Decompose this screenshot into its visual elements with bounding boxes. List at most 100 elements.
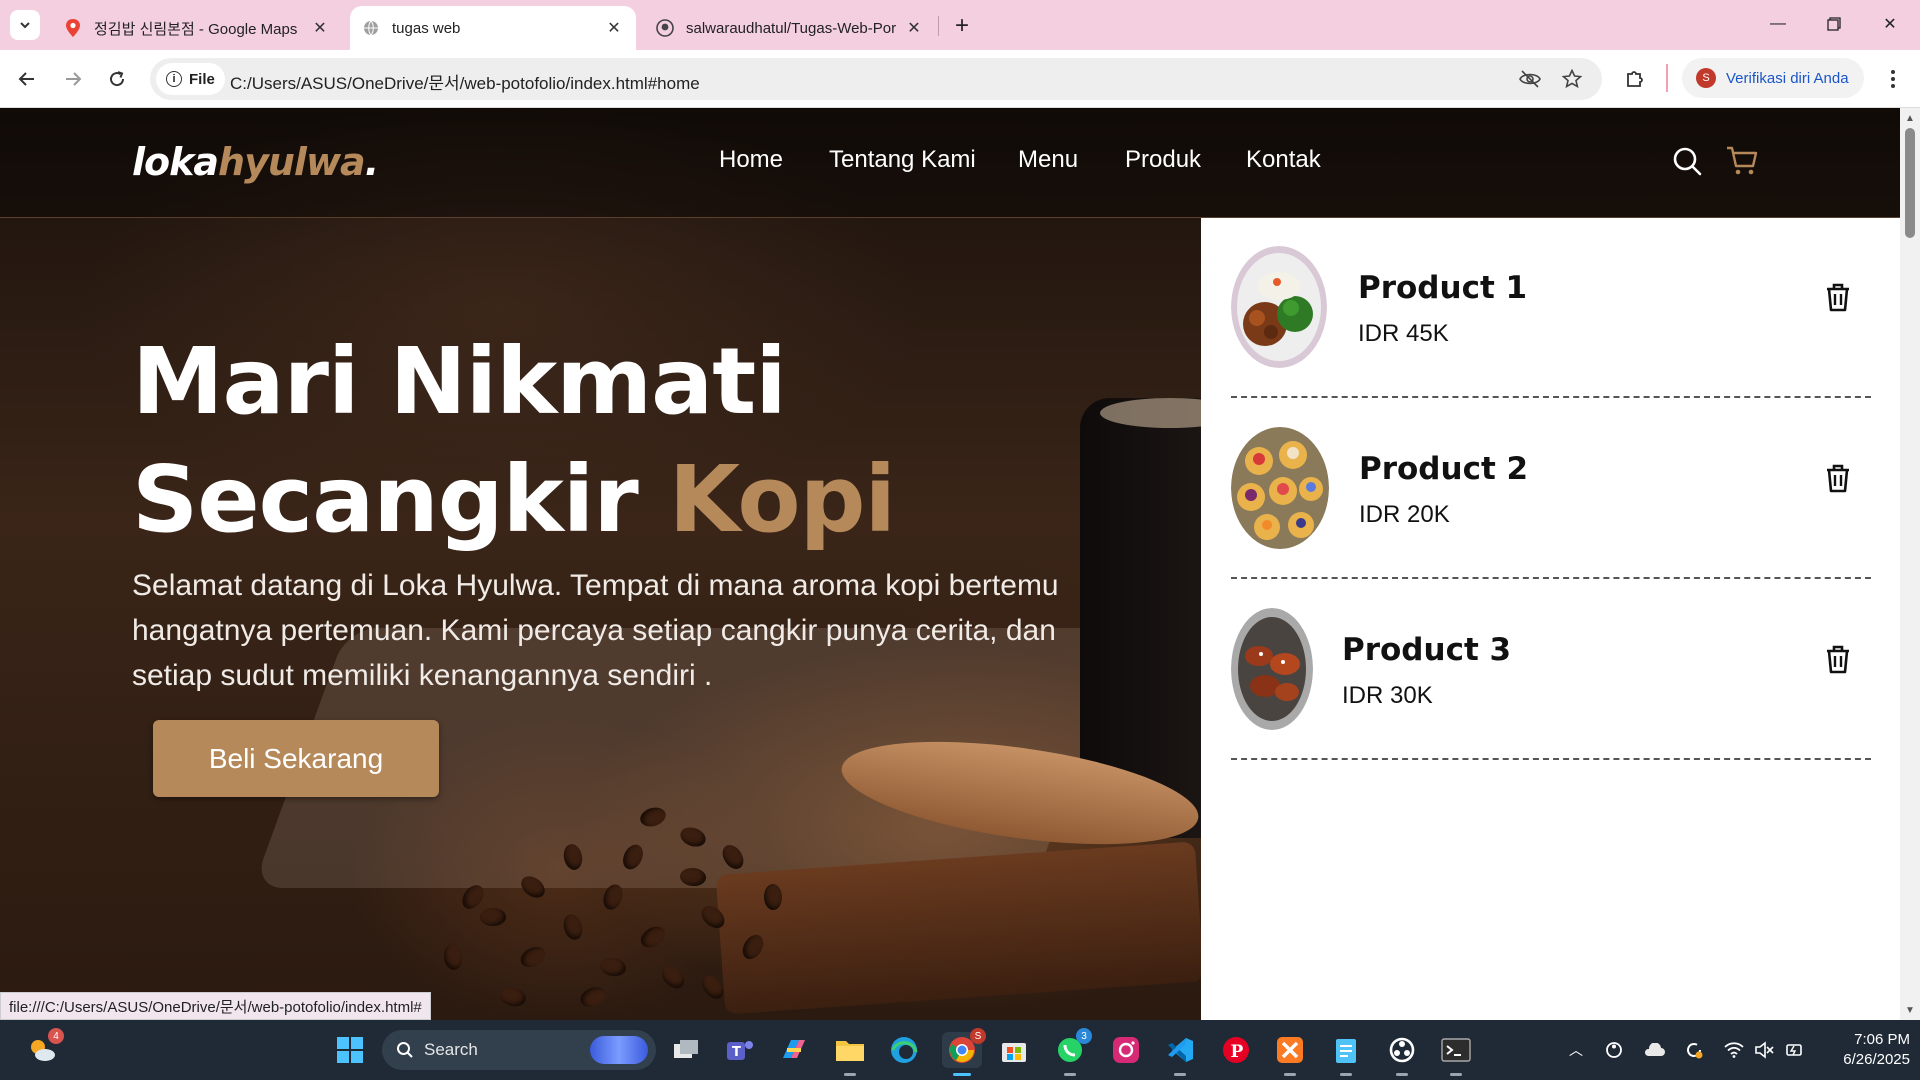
extensions-button[interactable] [1618, 62, 1652, 96]
trash-icon[interactable] [1821, 280, 1855, 314]
whatsapp-app[interactable]: 3 [1052, 1028, 1092, 1076]
product-image [1231, 246, 1327, 368]
task-view-button[interactable] [668, 1032, 704, 1068]
close-icon[interactable]: ✕ [604, 18, 624, 38]
chrome-app[interactable]: S [942, 1028, 986, 1076]
trash-icon[interactable] [1821, 642, 1855, 676]
tray-overflow-button[interactable]: ︿ [1564, 1038, 1588, 1062]
hero-title-line1: Mari Nikmati [132, 328, 787, 435]
star-icon[interactable] [1560, 67, 1584, 91]
obs-icon [1389, 1037, 1415, 1063]
search-placeholder: Search [424, 1040, 478, 1059]
copilot-app[interactable] [776, 1032, 812, 1068]
status-bubble: file:///C:/Users/ASUS/OneDrive/문서/web-po… [0, 992, 431, 1020]
edge-app[interactable] [886, 1032, 922, 1068]
obs-app[interactable] [1384, 1032, 1420, 1076]
wifi-icon[interactable] [1722, 1038, 1746, 1062]
puzzle-icon [1627, 71, 1643, 87]
svg-text:P: P [1231, 1042, 1244, 1062]
browser-toolbar: i File C:/Users/ASUS/OneDrive/문서/web-pot… [0, 50, 1920, 108]
minimize-button[interactable]: — [1752, 6, 1804, 42]
pinterest-app[interactable]: P [1218, 1032, 1254, 1068]
nav-link-produk[interactable]: Produk [1125, 146, 1201, 174]
scroll-down-icon[interactable]: ▼ [1904, 1004, 1916, 1016]
search-highlight-icon [590, 1036, 648, 1064]
battery-charging-icon[interactable] [1782, 1038, 1806, 1062]
nav-link-kontak[interactable]: Kontak [1246, 146, 1321, 174]
close-icon[interactable]: ✕ [310, 18, 330, 38]
running-indicator [1284, 1073, 1296, 1076]
address-bar[interactable]: i File C:/Users/ASUS/OneDrive/문서/web-pot… [150, 58, 1602, 100]
tab-search-button[interactable] [10, 10, 40, 40]
buy-now-button[interactable]: Beli Sekarang [153, 720, 439, 797]
microsoft-store-app[interactable] [996, 1032, 1032, 1068]
running-indicator [844, 1073, 856, 1076]
site-logo[interactable]: lokahyulwa. [132, 140, 379, 184]
hero-title: Mari Nikmati Secangkir Kopi [132, 323, 896, 559]
terminal-app[interactable] [1438, 1032, 1474, 1076]
product-price: IDR 30K [1342, 682, 1433, 709]
weather-widget[interactable]: 4 [24, 1028, 64, 1068]
onedrive-icon[interactable] [1642, 1038, 1666, 1062]
url-text[interactable]: C:/Users/ASUS/OneDrive/문서/web-potofolio/… [230, 69, 700, 94]
page-scrollbar[interactable]: ▲ ▼ [1900, 108, 1920, 1020]
close-window-button[interactable]: ✕ [1864, 6, 1916, 42]
chrome-profile-badge: S [970, 1028, 986, 1044]
profile-button[interactable]: S Verifikasi diri Anda [1682, 58, 1864, 98]
running-indicator [1450, 1073, 1462, 1076]
restore-button[interactable] [1808, 6, 1860, 42]
nav-link-menu[interactable]: Menu [1018, 146, 1078, 174]
obs-tray-icon[interactable] [1602, 1038, 1626, 1062]
toolbar-divider [1666, 64, 1668, 92]
product-name: Product 1 [1358, 270, 1528, 306]
taskbar-clock[interactable]: 7:06 PM 6/26/2025 [1820, 1030, 1910, 1070]
instagram-app[interactable] [1108, 1032, 1144, 1068]
edge-icon [891, 1037, 918, 1063]
start-button[interactable] [332, 1032, 368, 1068]
menu-button[interactable] [1876, 62, 1910, 96]
reload-button[interactable] [100, 62, 134, 96]
tab-tugas-web[interactable]: tugas web ✕ [350, 6, 636, 50]
store-icon [1002, 1043, 1026, 1062]
xampp-app[interactable] [1272, 1032, 1308, 1076]
active-indicator [953, 1073, 971, 1076]
cart-item: Product 3 IDR 30K [1231, 580, 1871, 760]
sync-icon[interactable] [1682, 1038, 1706, 1062]
new-tab-button[interactable]: + [948, 12, 976, 40]
github-icon [656, 19, 674, 37]
scroll-thumb[interactable] [1905, 128, 1915, 238]
scroll-up-icon[interactable]: ▲ [1904, 112, 1916, 124]
minimize-icon: — [1770, 15, 1786, 32]
notepad-app[interactable] [1328, 1032, 1364, 1076]
running-indicator [1174, 1073, 1186, 1076]
nav-link-home[interactable]: Home [719, 146, 783, 174]
reload-icon [110, 71, 125, 87]
more-vertical-icon [1891, 70, 1895, 88]
plus-icon: + [954, 12, 969, 39]
notepad-icon [1336, 1039, 1356, 1063]
search-icon[interactable] [1670, 144, 1704, 178]
globe-icon [362, 19, 380, 37]
file-explorer-app[interactable] [832, 1032, 868, 1076]
teams-app[interactable]: T [722, 1032, 758, 1068]
volume-muted-icon[interactable] [1752, 1038, 1776, 1062]
eye-off-icon[interactable] [1518, 67, 1542, 91]
vscode-app[interactable] [1162, 1032, 1198, 1076]
back-button[interactable] [10, 62, 44, 96]
avatar: S [1696, 68, 1716, 88]
trash-icon[interactable] [1821, 461, 1855, 495]
close-icon[interactable]: ✕ [904, 18, 924, 38]
tab-github[interactable]: salwaraudhatul/Tugas-Web-Porto ✕ [644, 6, 936, 50]
whatsapp-badge: 3 [1076, 1028, 1092, 1044]
taskbar-search[interactable]: Search [382, 1030, 656, 1070]
shopping-cart-icon[interactable] [1725, 144, 1759, 178]
tab-google-maps[interactable]: 정김밥 신림본점 - Google Maps ✕ [52, 6, 342, 50]
chevron-down-icon [20, 22, 30, 29]
scheme-label: File [189, 70, 215, 88]
task-view-icon [674, 1040, 698, 1058]
nav-link-tentang-kami[interactable]: Tentang Kami [829, 146, 976, 174]
forward-button[interactable] [56, 62, 90, 96]
product-price: IDR 45K [1358, 320, 1449, 347]
site-info-chip[interactable]: i File [156, 63, 225, 95]
shopping-cart-panel: Product 1 IDR 45K Product 2 IDR 20K Prod… [1201, 218, 1900, 1020]
